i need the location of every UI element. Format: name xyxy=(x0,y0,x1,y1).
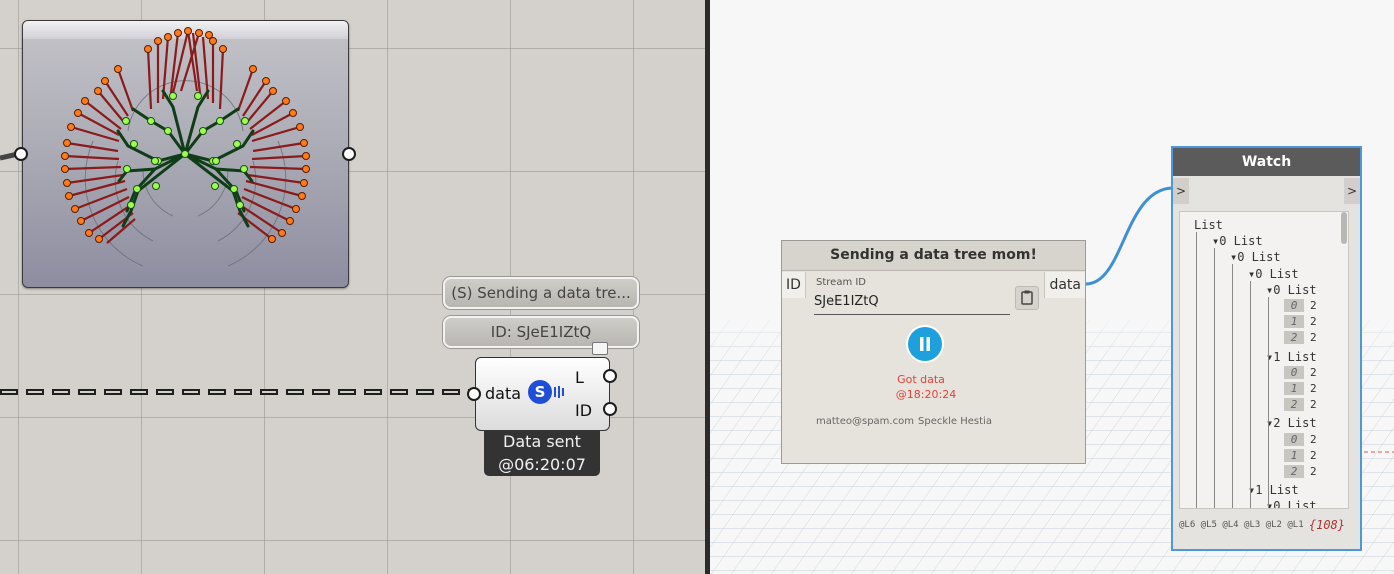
tree-value-index: 2 xyxy=(1284,331,1304,345)
tree-value-row: 12 xyxy=(1284,448,1317,462)
tree-node[interactable]: ▾0 List xyxy=(1248,267,1299,281)
tree-node[interactable]: ▾0 List xyxy=(1230,250,1281,264)
speckle-logo-letter: S xyxy=(534,383,546,401)
watch-input-port[interactable]: > xyxy=(1173,178,1189,204)
receive-status-line1: Got data xyxy=(897,373,945,386)
tree-guide-line xyxy=(1268,296,1269,508)
data-input-label: data xyxy=(485,384,522,403)
watch-node[interactable]: Watch > > List ▾0 List ▾0 List ▾0 List ▾0 Li… xyxy=(1171,146,1362,551)
tree-value-index: 0 xyxy=(1284,365,1304,379)
tree-value-row: 02 xyxy=(1284,365,1317,379)
tree-node[interactable]: ▾1 List xyxy=(1248,483,1299,497)
output-id-label: ID xyxy=(575,401,593,420)
output-id-grip[interactable] xyxy=(603,402,617,416)
tree-value: 2 xyxy=(1310,398,1317,412)
tree-value-index: 1 xyxy=(1284,382,1304,395)
stream-id-label: Stream ID xyxy=(816,277,867,288)
sender-node-title: Sending a data tree mom! xyxy=(782,241,1085,271)
speckle-sender-component[interactable]: data S L ID xyxy=(475,342,610,431)
send-status-line2: @06:20:07 xyxy=(498,455,586,474)
tree-node[interactable]: ▾2 List xyxy=(1266,416,1317,430)
tree-guide-line xyxy=(1250,280,1251,508)
preview-output-grip[interactable] xyxy=(342,147,356,161)
watch-node-title: Watch xyxy=(1173,148,1360,176)
tree-value-row: 02 xyxy=(1284,432,1317,446)
clipboard-icon xyxy=(1021,290,1033,305)
component-name-bubble: (S) Sending a data tre... xyxy=(443,277,639,309)
tree-node[interactable]: ▾1 List xyxy=(1266,350,1317,364)
tree-node[interactable]: ▾0 List xyxy=(1266,499,1317,508)
preview-input-grip[interactable] xyxy=(14,147,28,161)
tree-value-index: 1 xyxy=(1284,315,1304,329)
tree-value-index: 0 xyxy=(1284,432,1304,446)
tree-value: 2 xyxy=(1310,299,1317,312)
receive-status-line2: @18:20:24 xyxy=(895,388,957,401)
watch-footer: @L6 @L5 @L4 @L3 @L2 @L1 {108} xyxy=(1179,514,1351,536)
output-l-label: L xyxy=(575,368,584,387)
tree-value: 2 xyxy=(1310,465,1317,478)
tree-guide-line xyxy=(1232,264,1233,508)
output-l-grip[interactable] xyxy=(603,369,617,383)
component-options-icon[interactable] xyxy=(592,342,608,355)
item-count: {108} xyxy=(1308,518,1345,532)
signal-waves-icon xyxy=(554,386,564,398)
tree-value-index: 1 xyxy=(1284,448,1304,462)
tree-value-row: 22 xyxy=(1284,465,1317,478)
send-status-line1: Data sent xyxy=(503,432,581,451)
stream-id-bubble: ID: SJeE1IZtQ xyxy=(443,316,639,348)
tree-node[interactable]: List xyxy=(1194,218,1223,232)
tree-value-index: 2 xyxy=(1284,465,1304,478)
tree-value-index: 2 xyxy=(1284,398,1304,412)
speckle-logo-icon: S xyxy=(528,380,552,404)
user-email: matteo@spam.com xyxy=(816,416,914,427)
tree-value: 2 xyxy=(1310,382,1317,395)
server-name: Speckle Hestia xyxy=(918,416,992,427)
data-tree-preview xyxy=(61,27,310,267)
tree-value: 2 xyxy=(1310,432,1317,446)
tree-value-row: 22 xyxy=(1284,331,1317,345)
tree-value: 2 xyxy=(1310,448,1317,462)
tree-value-index: 0 xyxy=(1284,299,1304,312)
preview-component[interactable] xyxy=(22,20,349,288)
id-input-port[interactable]: ID xyxy=(782,272,806,298)
list-levels: @L6 @L5 @L4 @L3 @L2 @L1 xyxy=(1179,520,1304,530)
tree-value-row: 12 xyxy=(1284,382,1317,395)
watch-output-port[interactable]: > xyxy=(1344,178,1360,204)
tree-value: 2 xyxy=(1310,331,1317,345)
speckle-sender-node[interactable]: Sending a data tree mom! ID data Stream … xyxy=(781,240,1086,464)
tree-value: 2 xyxy=(1310,365,1317,379)
data-output-port[interactable]: data xyxy=(1044,272,1085,298)
tree-value-row: 12 xyxy=(1284,315,1317,329)
tree-node[interactable]: ▾0 List xyxy=(1266,283,1317,297)
node-connector-wire xyxy=(1085,186,1173,286)
tree-value-row: 02 xyxy=(1284,299,1317,312)
grasshopper-canvas[interactable]: (S) Sending a data tre... ID: SJeE1IZtQ … xyxy=(0,0,705,574)
pause-icon xyxy=(920,337,930,351)
pause-button[interactable] xyxy=(908,327,942,361)
data-tree-wire xyxy=(0,389,470,395)
component-input-grip[interactable] xyxy=(467,387,481,401)
copy-clipboard-button[interactable] xyxy=(1015,286,1039,310)
watch-tree-view[interactable]: List ▾0 List ▾0 List ▾0 List ▾0 List 0 2 1 2 2 2 ▾1… xyxy=(1179,211,1349,509)
stream-id-field[interactable]: SJeE1IZtQ xyxy=(814,294,1010,315)
tree-guide-line xyxy=(1214,248,1215,508)
tree-node[interactable]: ▾0 List xyxy=(1212,234,1263,248)
watch-scrollbar[interactable] xyxy=(1341,212,1347,244)
tree-value: 2 xyxy=(1310,315,1317,329)
tree-guide-line xyxy=(1196,232,1197,508)
send-status-badge: Data sent @06:20:07 xyxy=(484,430,600,476)
tree-value-row: 22 xyxy=(1284,398,1317,412)
